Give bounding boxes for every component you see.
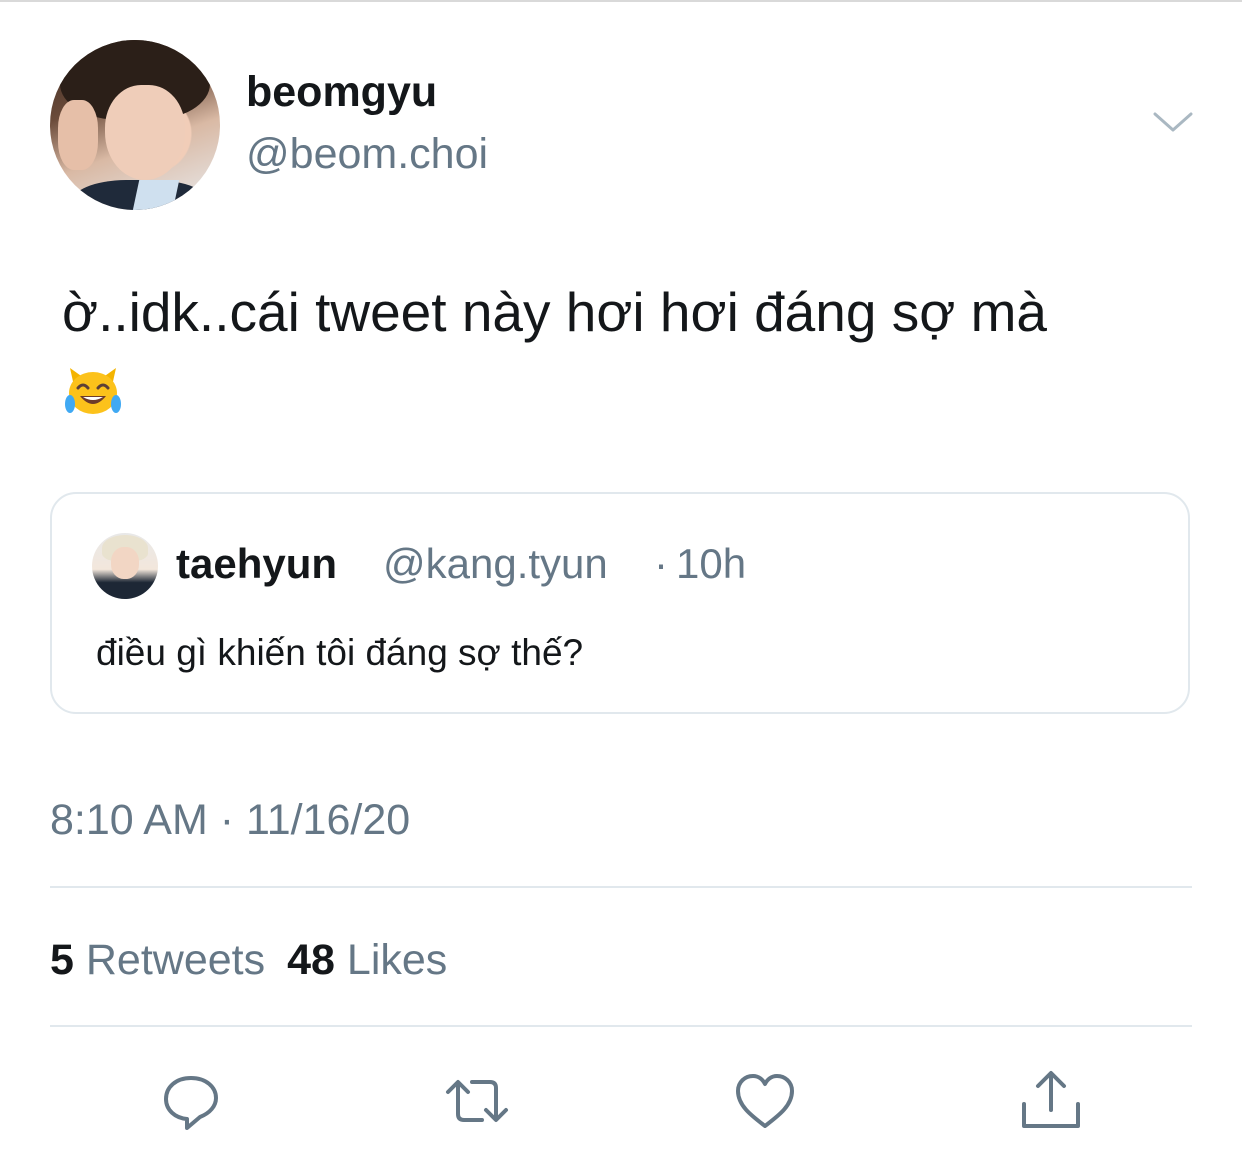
retweet-icon [446, 1080, 508, 1122]
tweet-text: ờ..idk..cái tweet này hơi hơi đáng sợ mà [62, 281, 1047, 343]
quoted-author-avatar [92, 533, 158, 599]
top-divider [0, 0, 1242, 2]
avatar-hand [58, 100, 98, 170]
likes-stat[interactable]: 48 Likes [287, 936, 447, 984]
likes-count: 48 [287, 936, 335, 984]
retweets-count: 5 [50, 936, 74, 984]
chevron-down-icon[interactable] [1152, 108, 1194, 138]
quoted-tweet-card[interactable] [50, 492, 1190, 714]
author-handle[interactable]: @beom.choi [246, 130, 488, 179]
quoted-time: 10h [676, 540, 747, 587]
retweets-label: Retweets [85, 936, 266, 984]
quoted-avatar-face [111, 547, 139, 579]
tweet-timestamp[interactable]: 8:10 AM · 11/16/20 [50, 796, 410, 845]
likes-label: Likes [346, 936, 448, 984]
divider [50, 886, 1192, 888]
retweets-stat[interactable]: 5 Retweets [50, 936, 265, 984]
quoted-handle: @kang.tyun [383, 540, 608, 587]
avatar-collar [130, 180, 180, 210]
author-avatar[interactable] [50, 40, 220, 210]
reply-button[interactable] [158, 1068, 224, 1134]
quoted-separator: · [654, 540, 668, 587]
cat-face-with-tears-of-joy-icon [64, 362, 122, 418]
author-display-name[interactable]: beomgyu [246, 68, 437, 117]
quoted-display-name: taehyun [176, 540, 338, 587]
like-button[interactable] [732, 1068, 798, 1134]
share-icon [1022, 1071, 1080, 1128]
avatar-face [105, 85, 185, 180]
quoted-tweet-text: điều gì khiến tôi đáng sợ thế? [96, 632, 584, 673]
reply-icon [164, 1076, 218, 1130]
share-button[interactable] [1018, 1068, 1084, 1134]
divider [50, 1025, 1192, 1027]
engagement-stats: 5 Retweets 48 Likes [50, 936, 447, 985]
retweet-button[interactable] [444, 1068, 510, 1134]
like-icon [736, 1074, 794, 1128]
